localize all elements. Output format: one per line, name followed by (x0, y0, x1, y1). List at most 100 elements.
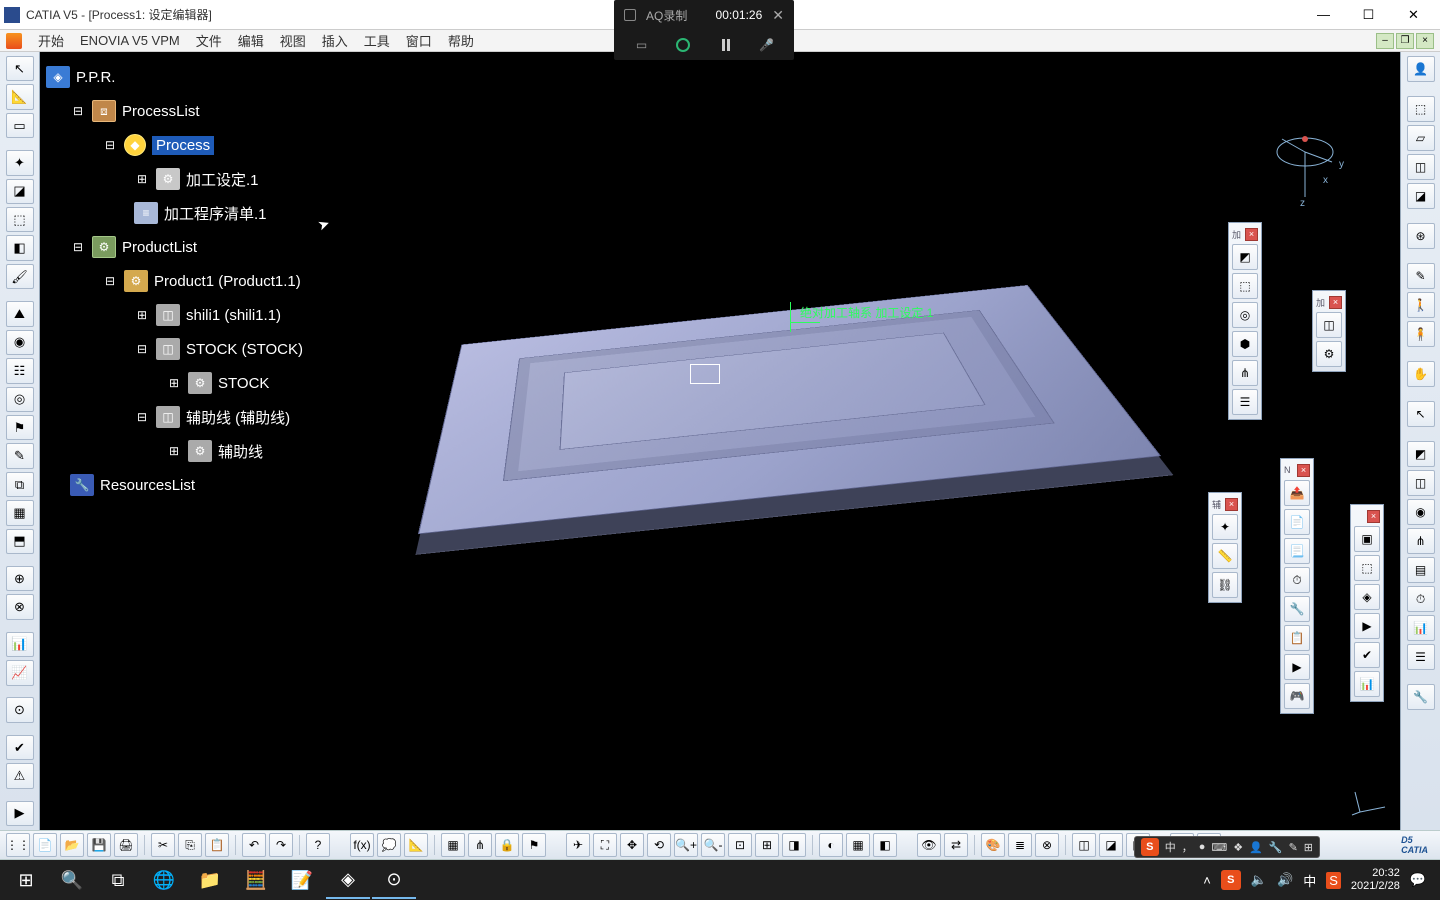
ana-sim-icon[interactable]: ▶ (1354, 613, 1380, 639)
recorder-mic-button[interactable]: 🎤 (758, 36, 776, 54)
start-button[interactable]: ⊞ (4, 861, 48, 899)
tree-stock[interactable]: ⊞⚙STOCK (46, 366, 303, 400)
toolbar-close-icon[interactable]: × (1367, 510, 1380, 523)
viewport-3d[interactable]: ◈P.P.R. ⊟⧈ProcessList ⊟◆Process ⊞⚙加工设定.1… (40, 52, 1440, 830)
bt-zoomin-icon[interactable]: 🔍+ (674, 833, 698, 857)
aux-link-icon[interactable]: ⛓ (1212, 572, 1238, 598)
nc-game-icon[interactable]: 🎮 (1284, 683, 1310, 709)
rr-cube-icon[interactable]: ◩ (1407, 441, 1435, 467)
setup-part-icon[interactable]: ◫ (1316, 312, 1342, 338)
tb-spiral-icon[interactable]: ◎ (6, 387, 34, 412)
tb-axis-icon[interactable]: ✦ (6, 150, 34, 175)
collapse-icon[interactable]: ⊟ (134, 409, 150, 425)
tree-setup[interactable]: ⊞⚙加工设定.1 (46, 162, 303, 196)
close-button[interactable]: ✕ (1391, 1, 1436, 29)
rr-tree-icon[interactable]: ⋔ (1407, 528, 1435, 554)
minimize-button[interactable]: — (1301, 1, 1346, 29)
catia-task-icon[interactable]: ◈ (326, 861, 370, 899)
bt-shade-icon[interactable]: ◐ (819, 833, 843, 857)
rr-node-icon[interactable]: ◉ (1407, 499, 1435, 525)
geo-fixture-icon[interactable]: ⬢ (1232, 331, 1258, 357)
tree-processlist[interactable]: ⊟⧈ProcessList (46, 94, 303, 128)
tb-pencil-icon[interactable]: ✎ (6, 443, 34, 468)
recorder-record-button[interactable] (676, 38, 690, 52)
tb-rough-icon[interactable]: ⛰ (6, 301, 34, 326)
aux-axis-icon[interactable]: ✦ (1212, 514, 1238, 540)
ime-punct[interactable]: ， (1182, 839, 1193, 855)
nc-time-icon[interactable]: ⏱ (1284, 567, 1310, 593)
edge-icon[interactable]: 🌐 (142, 861, 186, 899)
toolbar-close-icon[interactable]: × (1329, 296, 1342, 309)
rr-list-icon[interactable]: ☰ (1407, 644, 1435, 670)
float-toolbar-aux[interactable]: 辅× ✦ 📏 ⛓ (1208, 492, 1242, 603)
bt-pan-icon[interactable]: ✥ (620, 833, 644, 857)
taskview-button[interactable]: ⧉ (96, 861, 140, 899)
bt-paste-icon[interactable]: 📋 (205, 833, 229, 857)
bt-knowledge-icon[interactable]: 💭 (377, 833, 401, 857)
tree-resources[interactable]: 🔧ResourcesList (46, 468, 303, 502)
tree-root[interactable]: ◈P.P.R. (46, 60, 303, 94)
bt-lock-icon[interactable]: 🔒 (495, 833, 519, 857)
rr-time-icon[interactable]: ⏱ (1407, 586, 1435, 612)
maximize-button[interactable]: ☐ (1346, 1, 1391, 29)
tray-clock[interactable]: 20:32 2021/2/28 (1351, 867, 1400, 893)
ime-tool-icon[interactable]: 🔧 (1269, 841, 1283, 854)
geo-stock-icon[interactable]: ⬚ (1232, 273, 1258, 299)
search-button[interactable]: 🔍 (50, 861, 94, 899)
tb-tap-icon[interactable]: ⊗ (6, 594, 34, 619)
menu-help[interactable]: 帮助 (440, 31, 482, 50)
bt-open-icon[interactable]: 📂 (60, 833, 84, 857)
tb-warn-icon[interactable]: ⚠ (6, 763, 34, 788)
bt-redo-icon[interactable]: ↷ (269, 833, 293, 857)
menu-start[interactable]: 开始 (30, 31, 72, 50)
mdi-restore-button[interactable]: ❐ (1396, 33, 1414, 49)
tb-chart-icon[interactable]: 📊 (6, 632, 34, 657)
geo-tree-icon[interactable]: ⋔ (1232, 360, 1258, 386)
expand-icon[interactable]: ⊞ (134, 171, 150, 187)
nc-list-icon[interactable]: 📋 (1284, 625, 1310, 651)
axis-annotation[interactable]: 绝对加工轴系 加工设定.1 (800, 304, 933, 321)
tree-product1[interactable]: ⊟⚙Product1 (Product1.1) (46, 264, 303, 298)
expand-icon[interactable]: ⊞ (166, 375, 182, 391)
tb-select-icon[interactable]: ▭ (6, 113, 34, 138)
bt-copy-icon[interactable]: ⎘ (178, 833, 202, 857)
ana-check-icon[interactable]: ✔ (1354, 642, 1380, 668)
bt-layer-icon[interactable]: ≣ (1008, 833, 1032, 857)
bt-fx-icon[interactable]: f(x) (350, 833, 374, 857)
rr-gantt-icon[interactable]: ▤ (1407, 557, 1435, 583)
ime-toolbar[interactable]: S 中 ， ● ⌨ ❖ 👤 🔧 ✎ ⊞ (1134, 836, 1320, 858)
tb-milling-icon[interactable]: ⬒ (6, 529, 34, 554)
tb-flag-icon[interactable]: ⚑ (6, 415, 34, 440)
recorder-pause-button[interactable] (715, 36, 733, 54)
tb-between-icon[interactable]: ⧉ (6, 472, 34, 497)
menu-tools[interactable]: 工具 (356, 31, 398, 50)
bt-mat2-icon[interactable]: ◪ (1099, 833, 1123, 857)
tb-compass-icon[interactable]: ⊙ (6, 697, 34, 722)
tray-sogou-icon[interactable]: S (1221, 870, 1241, 890)
nc-output-icon[interactable]: 📤 (1284, 480, 1310, 506)
tree-process[interactable]: ⊟◆Process (46, 128, 303, 162)
collapse-icon[interactable]: ⊟ (102, 273, 118, 289)
bt-normal-icon[interactable]: ⊡ (728, 833, 752, 857)
bt-hide-icon[interactable]: 👁 (917, 833, 941, 857)
rr-wrench-icon[interactable]: 🔧 (1407, 684, 1435, 710)
rr-chart-icon[interactable]: 📊 (1407, 615, 1435, 641)
tray-notification-icon[interactable]: 💬 (1410, 872, 1426, 888)
geo-target-icon[interactable]: ◎ (1232, 302, 1258, 328)
bt-save-icon[interactable]: 💾 (87, 833, 111, 857)
tray-vol-icon[interactable]: 🔊 (1277, 872, 1293, 888)
bt-flag-icon[interactable]: ⚑ (522, 833, 546, 857)
float-toolbar-analysis[interactable]: × ▣ ⬚ ◈ ▶ ✔ 📊 (1350, 504, 1384, 702)
tree-aux[interactable]: ⊞⚙辅助线 (46, 434, 303, 468)
sticky-icon[interactable]: 📝 (280, 861, 324, 899)
tb-sweep-icon[interactable]: ◉ (6, 330, 34, 355)
bt-grip-icon[interactable]: ⋮⋮ (6, 833, 30, 857)
bt-iso-icon[interactable]: ◨ (782, 833, 806, 857)
ime-width[interactable]: ● (1199, 841, 1206, 853)
aux-measure-icon[interactable]: 📏 (1212, 543, 1238, 569)
tb-facing-icon[interactable]: ▦ (6, 500, 34, 525)
bt-cut-icon[interactable]: ✂ (151, 833, 175, 857)
collapse-icon[interactable]: ⊟ (70, 103, 86, 119)
bt-fit-icon[interactable]: ⛶ (593, 833, 617, 857)
bt-multi-icon[interactable]: ⊞ (755, 833, 779, 857)
